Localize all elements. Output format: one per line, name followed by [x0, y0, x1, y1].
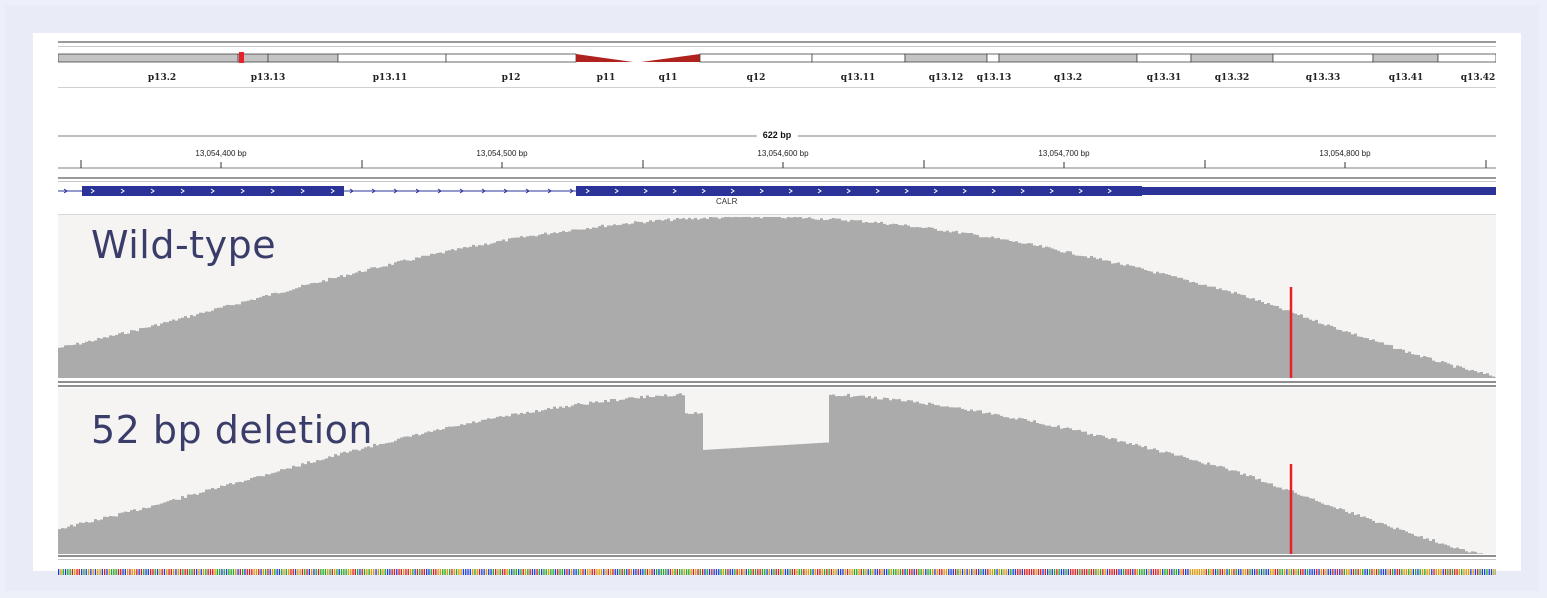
band-label: q13.31: [1146, 73, 1182, 83]
ideogram-divider: [58, 87, 1496, 88]
gene-track-calr[interactable]: CALR: [58, 178, 1496, 214]
figure-panel: p13.2 p13.13 p13.11 p12 p11 q11 q12 q13.…: [33, 33, 1521, 575]
band-label: p13.11: [372, 73, 408, 83]
band-label: q13.13: [976, 73, 1012, 83]
band-label: p12: [501, 73, 521, 83]
band-label: q13.42: [1460, 73, 1496, 83]
coverage-track-deletion[interactable]: 52 bp deletion: [58, 388, 1496, 554]
track-label: 52 bp deletion: [91, 408, 373, 452]
band-label: q13.41: [1388, 73, 1424, 83]
band-label: q13.33: [1305, 73, 1341, 83]
sequence-divider-inner: [58, 559, 1496, 560]
band-label: p13.2: [147, 73, 177, 83]
ideogram-bands: [58, 52, 1496, 63]
track-divider: [58, 381, 1496, 383]
track-divider-inner: [58, 385, 1496, 387]
ruler-tick-label: 13,054,500 bp: [476, 149, 528, 158]
span-label: 622 bp: [756, 130, 798, 140]
gene-model: [58, 186, 1496, 196]
coordinate-ruler[interactable]: 622 bp 13,054,400 bp 13,054,500 bp 13,05…: [58, 130, 1496, 175]
band-label: q13.2: [1053, 73, 1083, 83]
band-label: q13.12: [928, 73, 964, 83]
genome-browser-view: p13.2 p13.13 p13.11 p12 p11 q11 q12 q13.…: [58, 38, 1497, 575]
band-label: p13.13: [250, 73, 286, 83]
track-label: Wild-type: [91, 223, 277, 267]
top-border-inner: [58, 46, 1496, 47]
band-label: q12: [746, 73, 766, 83]
coverage-track-wild-type[interactable]: Wild-type: [58, 215, 1496, 378]
top-border: [58, 41, 1496, 43]
gene-name-label: CALR: [716, 197, 738, 206]
ruler-tick-label: 13,054,400 bp: [195, 149, 247, 158]
current-region-marker: [239, 52, 244, 63]
chromosome-ideogram[interactable]: p13.2 p13.13 p13.11 p12 p11 q11 q12 q13.…: [58, 51, 1496, 83]
reference-sequence-track[interactable]: [58, 562, 1497, 575]
sequence-divider: [58, 555, 1496, 557]
band-label: q13.11: [840, 73, 876, 83]
ruler-tick-label: 13,054,700 bp: [1038, 149, 1090, 158]
sequence-bases: [58, 569, 1497, 575]
ruler-tick-label: 13,054,600 bp: [757, 149, 809, 158]
band-label: p11: [596, 73, 616, 83]
figure-frame: p13.2 p13.13 p13.11 p12 p11 q11 q12 q13.…: [5, 5, 1539, 591]
band-label: q11: [658, 73, 678, 83]
ruler-tick-label: 13,054,800 bp: [1319, 149, 1371, 158]
band-label: q13.32: [1214, 73, 1250, 83]
